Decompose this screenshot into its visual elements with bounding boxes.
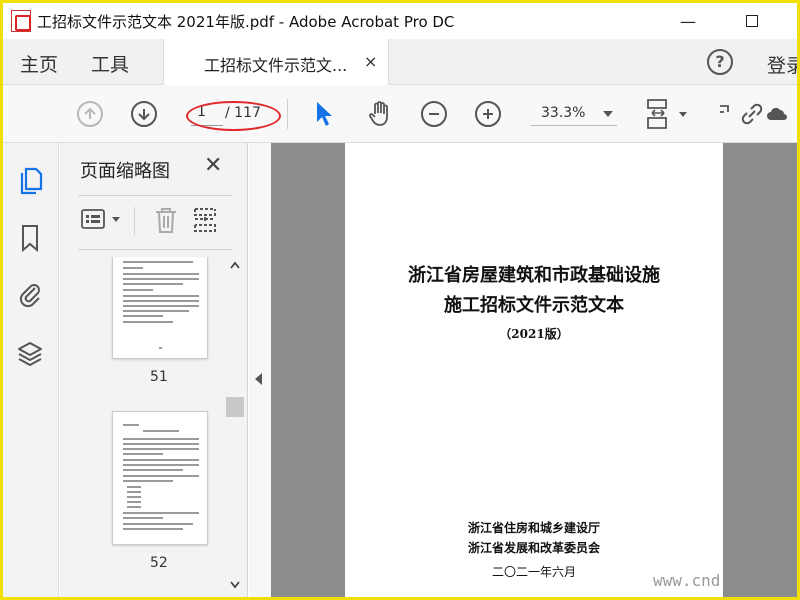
maximize-button[interactable] — [729, 3, 775, 39]
document-issuer: 浙江省住房和城乡建设厅 — [467, 521, 600, 535]
chevron-left-icon[interactable] — [255, 373, 262, 385]
hand-tool-button[interactable] — [365, 99, 395, 129]
layers-button[interactable] — [17, 339, 43, 369]
zoom-out-button[interactable] — [419, 99, 449, 129]
app-window: 工招标文件示范文本 2021年版.pdf - Adobe Acrobat Pro… — [3, 3, 797, 597]
document-issuer: 浙江省发展和改革委员会 — [467, 541, 600, 555]
thumbnail-toolbar — [78, 201, 238, 241]
tab-bar: 主页 工具 工招标文件示范文... × ? 登录 — [3, 39, 797, 85]
panel-title: 页面缩略图 — [80, 161, 170, 182]
more-tools-button[interactable] — [709, 99, 739, 129]
page-fit-menu-icon[interactable] — [679, 112, 687, 117]
maximize-icon — [746, 15, 758, 27]
thumbnail-page-label: 52 — [150, 555, 168, 571]
menu-tools[interactable]: 工具 — [91, 50, 129, 77]
scrollbar-thumb[interactable] — [226, 397, 244, 417]
zoom-in-icon — [475, 101, 501, 127]
pages-icon — [20, 167, 43, 195]
cloud-button[interactable] — [761, 99, 791, 129]
page-thumbnails-button[interactable] — [17, 165, 43, 195]
chevron-down-icon — [603, 111, 613, 117]
watermark-text: www.cnd — [653, 571, 721, 590]
page-fit-button[interactable] — [643, 99, 673, 129]
document-title-line2: 施工招标文件示范文本 — [444, 295, 624, 316]
bookmark-icon — [22, 225, 38, 253]
bookmarks-button[interactable] — [17, 223, 43, 253]
menu-home[interactable]: 主页 — [20, 50, 58, 77]
cloud-icon — [767, 107, 787, 120]
toolbar: 1 / 117 33.3% — [3, 85, 797, 143]
panel-divider — [78, 249, 232, 250]
chevron-down-icon[interactable] — [230, 579, 240, 592]
thumbnail-page-label: 51 — [150, 369, 168, 385]
highlight-oval — [186, 101, 281, 131]
previous-page-button[interactable] — [75, 99, 105, 129]
document-title-line1: 浙江省房屋建筑和市政基础设施 — [408, 265, 660, 286]
options-menu-icon[interactable] — [80, 207, 124, 233]
thumbnail-page[interactable] — [112, 257, 208, 359]
minimize-icon: — — [680, 11, 696, 31]
close-panel-button[interactable]: ✕ — [204, 153, 222, 178]
help-icon[interactable]: ? — [707, 49, 733, 75]
navigation-rail — [3, 143, 59, 597]
panel-divider — [78, 195, 232, 196]
attachments-button[interactable] — [17, 279, 43, 309]
trash-icon[interactable] — [152, 205, 180, 235]
app-icon — [11, 10, 31, 32]
document-viewport[interactable]: 浙江省房屋建筑和市政基础设施 施工招标文件示范文本 （2021版） 浙江省住房和… — [271, 143, 797, 597]
thumbnail-page[interactable] — [112, 411, 208, 545]
document-edition: （2021版） — [499, 327, 569, 341]
up-arrow-icon — [77, 101, 103, 127]
toolbar-divider — [287, 99, 288, 129]
chevron-up-icon[interactable] — [230, 259, 240, 272]
sign-in-link[interactable]: 登录 — [767, 51, 797, 78]
tool-grid-icon — [720, 105, 729, 113]
insert-page-icon[interactable] — [190, 205, 220, 235]
zoom-out-icon — [421, 101, 447, 127]
title-bar: 工招标文件示范文本 2021年版.pdf - Adobe Acrobat Pro… — [3, 3, 797, 39]
layers-icon — [18, 342, 42, 366]
document-tab[interactable]: 工招标文件示范文... × — [163, 39, 389, 85]
document-tab-label: 工招标文件示范文... — [204, 56, 348, 75]
zoom-in-button[interactable] — [473, 99, 503, 129]
select-cursor-icon — [317, 102, 332, 126]
window-title: 工招标文件示范文本 2021年版.pdf - Adobe Acrobat Pro… — [37, 13, 455, 31]
select-tool-button[interactable] — [309, 99, 339, 129]
down-arrow-icon — [131, 101, 157, 127]
hand-icon — [369, 101, 388, 126]
toolbar-divider — [134, 207, 135, 235]
page-fit-icon — [647, 99, 667, 129]
attachment-icon — [19, 284, 40, 308]
panel-collapse-strip[interactable] — [249, 143, 271, 597]
thumbnail-panel: 页面缩略图 ✕ 51 52 — [60, 143, 248, 597]
document-page: 浙江省房屋建筑和市政基础设施 施工招标文件示范文本 （2021版） 浙江省住房和… — [345, 143, 723, 597]
next-page-button[interactable] — [129, 99, 159, 129]
close-tab-button[interactable]: × — [364, 52, 377, 71]
minimize-button[interactable]: — — [665, 3, 711, 39]
thumbnail-scrollbar[interactable] — [226, 257, 244, 593]
